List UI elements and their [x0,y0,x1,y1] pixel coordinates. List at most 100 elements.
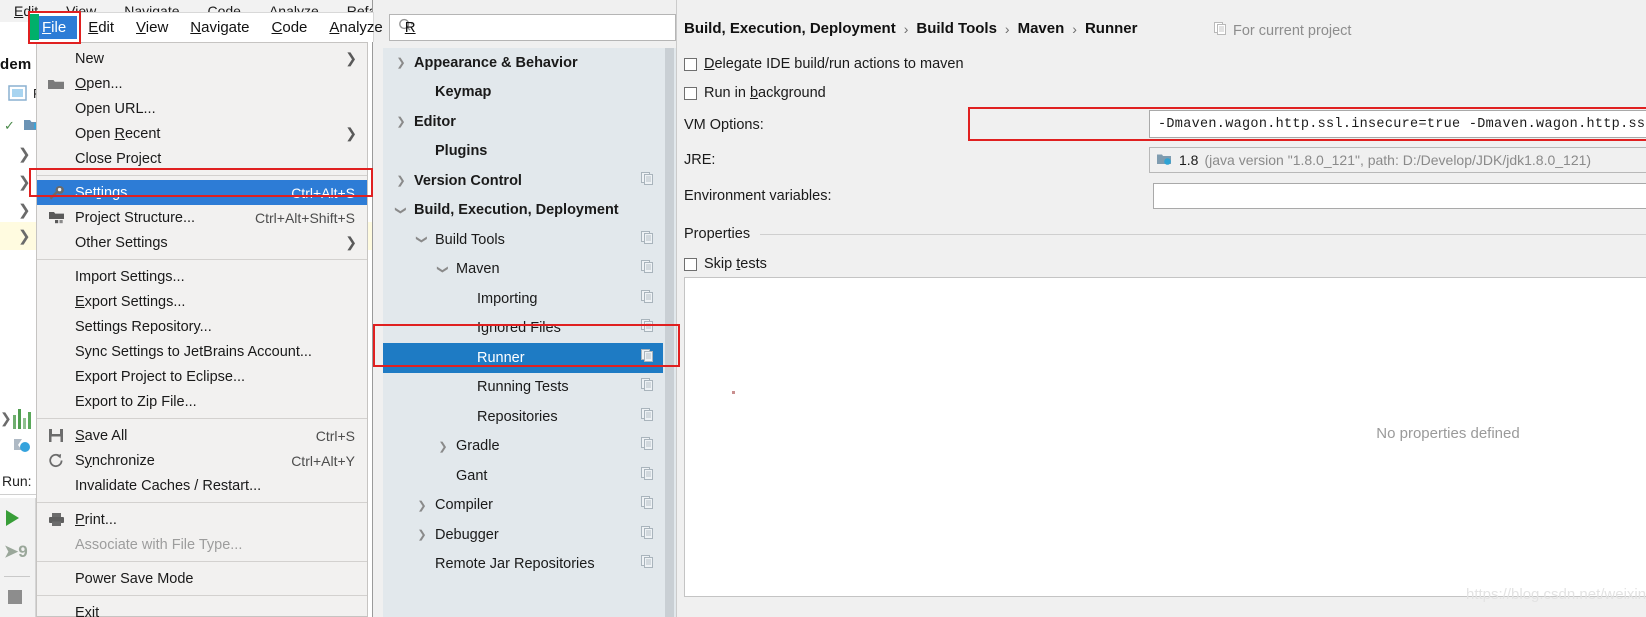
stop-icon[interactable] [8,590,22,604]
run-toolwindow-label: Run: [2,473,32,489]
menu-item-label: Open Recent [75,125,161,142]
menu-item-label: Invalidate Caches / Restart... [75,477,262,494]
chevron-right-icon: ❯ [345,50,357,66]
settings-tree: ❯ Appearance & Behavior Keymap ❯ Editor Plugi… [383,48,676,617]
tree-item-label: Gant [456,467,488,484]
skip-tests-checkbox[interactable] [684,257,697,271]
chevron-right-icon[interactable]: ❯ [414,528,430,541]
tree-item-running-tests[interactable]: Running Tests [383,373,676,403]
menu-item-export-project-to-eclipse[interactable]: Export Project to Eclipse... [37,364,367,389]
tree-item-gant[interactable]: Gant [383,461,676,491]
menu-item-close-project[interactable]: Close Project [37,146,367,171]
menu-item-print[interactable]: Print... [37,507,367,532]
chevron-right-icon[interactable]: ❯ [393,115,409,128]
chevron-down-icon[interactable]: ❯ [416,232,429,248]
menu-item-synchronize[interactable]: Synchronize Ctrl+Alt+Y [37,448,367,473]
vm-options-input[interactable]: -Dmaven.wagon.http.ssl.insecure=true -Dm… [1149,110,1646,138]
copy-icon [641,319,654,337]
tree-item-importing[interactable]: Importing [383,284,676,314]
tree-item-version-control[interactable]: ❯ Version Control [383,166,676,196]
chevron-right-icon: ❯ [18,146,31,163]
tree-item-debugger[interactable]: ❯ Debugger [383,520,676,550]
copy-icon [641,407,654,426]
chevron-down-icon[interactable]: ❯ [437,261,450,277]
tree-item-plugins[interactable]: Plugins [383,137,676,167]
tree-item-keymap[interactable]: Keymap [383,78,676,108]
tree-item-runner[interactable]: Runner [383,343,676,373]
copy-icon [641,466,654,485]
menu-item-invalidate-caches-restart[interactable]: Invalidate Caches / Restart... [37,473,367,498]
menu-item-associate-with-file-type: Associate with File Type... [37,532,367,557]
chevron-right-icon[interactable]: ❯ [393,56,409,69]
menu-item-export-settings[interactable]: Export Settings... [37,289,367,314]
menu-item-label: Sync Settings to JetBrains Account... [75,343,312,360]
tree-item-build-tools[interactable]: ❯ Build Tools [383,225,676,255]
menu-item-other-settings[interactable]: Other Settings ❯ [37,230,367,255]
menubar-item-navigate[interactable]: Navigate [179,16,260,39]
project-icon [7,84,29,102]
tree-scrollbar-thumb[interactable] [665,48,674,617]
run-in-background-checkbox[interactable] [684,86,697,100]
jre-combobox[interactable]: 1.8 (java version "1.8.0_121", path: D:/… [1149,147,1646,173]
chevron-right-icon: ❯ [345,125,357,141]
tree-item-compiler[interactable]: ❯ Compiler [383,491,676,521]
environment-variables-input[interactable] [1153,183,1646,209]
refresh-icon [47,453,65,469]
chevron-right-icon: ❯ [18,174,31,191]
breadcrumb-item-3[interactable]: Runner [1085,20,1138,37]
menu-item-open-url[interactable]: Open URL... [37,96,367,121]
tree-item-ignored-files[interactable]: Ignored Files [383,314,676,344]
menu-separator [37,595,367,596]
menu-item-settings[interactable]: Settings... Ctrl+Alt+S [37,180,367,205]
menu-item-label: Print... [75,511,117,528]
menubar-item-r[interactable]: R [394,16,427,39]
menu-item-export-to-zip-file[interactable]: Export to Zip File... [37,389,367,414]
tree-item-build-execution-deployment[interactable]: ❯ Build, Execution, Deployment [383,196,676,226]
vm-options-label-row: VM Options: [684,117,764,133]
tree-item-remote-jar-repositories[interactable]: Remote Jar Repositories [383,550,676,580]
settings-search[interactable] [389,14,676,41]
breadcrumb-item-0[interactable]: Build, Execution, Deployment [684,20,896,37]
menu-item-open[interactable]: Open... [37,71,367,96]
tree-item-gradle[interactable]: ❯ Gradle [383,432,676,462]
tree-item-editor[interactable]: ❯ Editor [383,107,676,137]
menu-item-exit[interactable]: Exit [37,600,367,617]
menu-item-project-structure[interactable]: Project Structure... Ctrl+Alt+Shift+S [37,205,367,230]
menu-separator [37,418,367,419]
rerun-icon[interactable]: ➤9 [4,542,28,562]
menu-item-label: Save All [75,427,128,444]
breadcrumb-item-2[interactable]: Maven [1018,20,1065,37]
breadcrumb-item-1[interactable]: Build Tools [916,20,997,37]
menu-item-sync-settings-to-jetbrains-account[interactable]: Sync Settings to JetBrains Account... [37,339,367,364]
menu-item-settings-repository[interactable]: Settings Repository... [37,314,367,339]
chevron-right-icon[interactable]: ❯ [393,174,409,187]
menubar-item-edit[interactable]: Edit [77,16,125,39]
menu-item-import-settings[interactable]: Import Settings... [37,264,367,289]
tree-item-repositories[interactable]: Repositories [383,402,676,432]
delegate-to-maven-checkbox-row[interactable]: Delegate IDE build/run actions to maven [684,56,964,72]
menu-item-power-save-mode[interactable]: Power Save Mode [37,566,367,591]
chevron-right-icon[interactable]: ❯ [414,499,430,512]
properties-table[interactable]: No properties defined [684,277,1646,597]
properties-section-header: Properties [684,226,1646,242]
menu-item-label: Export to Zip File... [75,393,197,410]
wrench-icon [47,185,65,201]
run-in-background-checkbox-row[interactable]: Run in background [684,85,826,101]
run-icon[interactable] [6,510,19,526]
menubar-item-view[interactable]: View [125,16,179,39]
menu-item-new[interactable]: New ❯ [37,46,367,71]
tree-item-appearance-behavior[interactable]: ❯ Appearance & Behavior [383,48,676,78]
checkmark-icon: ✓ [4,118,15,133]
menubar-item-analyze[interactable]: Analyze [318,16,393,39]
menu-item-open-recent[interactable]: Open Recent ❯ [37,121,367,146]
menu-item-save-all[interactable]: Save All Ctrl+S [37,423,367,448]
tree-scrollbar[interactable] [663,48,676,617]
copy-icon [641,230,654,249]
skip-tests-checkbox-row[interactable]: Skip tests [684,256,767,272]
tree-item-maven[interactable]: ❯ Maven [383,255,676,285]
search-input[interactable] [418,19,675,36]
chevron-down-icon[interactable]: ❯ [395,202,408,218]
menubar-item-code[interactable]: Code [261,16,319,39]
delegate-to-maven-checkbox[interactable] [684,57,697,71]
chevron-right-icon[interactable]: ❯ [435,440,451,453]
